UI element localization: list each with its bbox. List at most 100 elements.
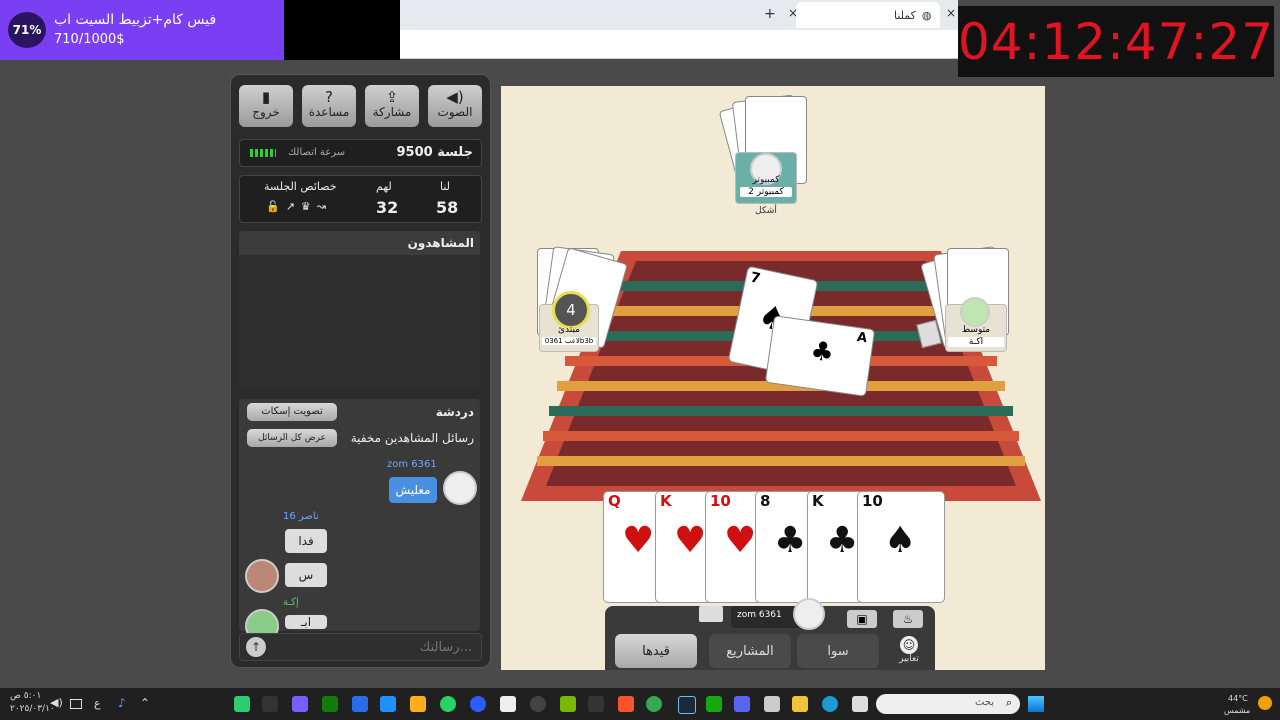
turn-counter: 4 [552,291,590,329]
new-tab-button[interactable]: + [764,6,776,22]
show-all-messages-button[interactable]: عرض كل الرسائل [247,429,337,447]
door-icon: ▮ [261,88,271,106]
share-button[interactable]: ⇪ مشاركة [365,85,419,127]
session-props-label: خصائص الجلسة [264,180,337,193]
taskbar: 44°C مشمس ⌕ بحث ⌃ ♪ ع ◀) ٥:٠١ ص ٢٠٢٥/٠٣/… [0,688,1280,720]
card-suit: ♣ [826,520,859,561]
session-label: جلسة 9500 [396,145,473,160]
search-box[interactable]: ⌕ بحث [876,694,1020,714]
goal-value: 710/1000$ [54,32,125,47]
epic-icon[interactable] [262,696,278,712]
chat-bubble: س [285,563,327,587]
us-score: 58 [436,198,459,217]
sound-button[interactable]: ◀) الصوت [428,85,482,127]
whatsapp-icon[interactable] [440,696,456,712]
brave-icon[interactable] [618,696,634,712]
together-button[interactable]: سوا [797,634,879,668]
chat-bubble: معليش [389,477,437,503]
card-suit: ♠ [884,520,917,561]
share-icon: ⇪ [385,88,399,106]
projects-button[interactable]: المشاريع [709,634,791,668]
viewers-title: المشاهدون [407,236,474,250]
avatar [443,471,477,505]
edge-icon[interactable] [822,696,838,712]
steam-icon[interactable] [678,696,696,714]
goal-title: فيس كام+تزبيط السيت اب [54,12,217,28]
goal-overlay: 71% فيس كام+تزبيط السيت اب 710/1000$ [0,0,400,60]
app-icon[interactable] [352,696,368,712]
mute-vote-button[interactable]: تصويت إسكات [247,403,337,421]
card-rank: K [812,492,824,510]
card-suit: ♣ [808,335,836,369]
right-player-name: متوسط [961,325,991,335]
card-rank: A [855,330,868,347]
gift-icon[interactable]: ▣ [847,610,877,628]
left-player-tag: لاعب 0361b3b [542,337,596,345]
start-button[interactable] [1028,696,1044,712]
sun-icon [1258,696,1272,710]
weather-temp: 44°C [1228,694,1248,703]
chat-input[interactable] [274,637,474,657]
stream-timer: 04:12:47:27 [958,6,1274,77]
us-label: لنا [440,180,451,193]
card-suit: ♥ [674,520,707,561]
exit-button[interactable]: ▮ خروج [239,85,293,127]
app-icon[interactable] [292,696,308,712]
chat-section: دردشة تصويت إسكات رسائل المشاهدين مخفية … [239,399,480,643]
card-suit: ♥ [724,520,757,561]
discord-icon[interactable] [734,696,750,712]
file-explorer-icon[interactable] [792,696,808,712]
top-player-name: كمبيوتر [752,175,780,185]
capcut-icon[interactable] [500,696,516,712]
tab-close-icon[interactable]: × [946,6,956,20]
app-icon[interactable] [530,696,546,712]
task-view-icon[interactable] [852,696,868,712]
left-player-box: 4 مبتدئ لاعب 0361b3b [539,291,599,352]
app-icon[interactable] [380,696,396,712]
app-icon[interactable] [234,696,250,712]
sound-label: الصوت [437,105,473,119]
chat-bubble: ابـ [285,615,327,629]
smiley-icon: ☺ [900,636,918,654]
emotes-label: تعابير [899,654,919,664]
browser-tab[interactable]: كملنا ◍ [796,2,940,28]
played-card: A ♣ [764,315,876,397]
browser-tabbar: + × كملنا ◍ × [400,0,958,30]
chat-input-row: ↑ [239,633,482,661]
epic-icon[interactable] [588,696,604,712]
rockstar-icon[interactable] [410,696,426,712]
clock-date[interactable]: ٢٠٢٥/٠٣/١٠ [10,704,55,714]
card-rank: K [660,492,672,510]
chat-username: ناصر 16 [283,511,319,522]
hand-card[interactable]: 10 ♠ [857,491,945,603]
app-icon[interactable] [706,696,722,712]
avatar [793,598,825,630]
clock-time[interactable]: ٥:٠١ ص [10,691,41,701]
viewers-list [239,255,480,389]
viewers-hidden-text: رسائل المشاهدين مخفية [350,431,474,445]
weather-widget[interactable]: 44°C مشمس [1220,692,1280,716]
xbox-icon[interactable] [322,696,338,712]
nvidia-icon[interactable] [560,696,576,712]
chrome-icon[interactable] [646,696,662,712]
share-label: مشاركة [372,105,412,119]
address-bar[interactable] [400,30,958,59]
battery-icon[interactable] [70,699,82,709]
chevron-up-icon[interactable]: ⌃ [140,696,150,710]
card-rank: 10 [710,492,731,510]
question-icon: ? [325,88,333,106]
fire-icon[interactable]: ♨ [893,610,923,628]
top-player-box: كمبيوتر كمبيوتر 2 [735,152,797,204]
record-button[interactable]: قيدها [615,634,697,668]
help-button[interactable]: ? مساعدة [302,85,356,127]
emotes-button[interactable]: ☺ تعابير [889,636,929,668]
ea-icon[interactable] [470,696,486,712]
language-indicator[interactable]: ع [94,697,101,710]
chat-username: إكـة [283,597,299,608]
send-button[interactable]: ↑ [246,637,266,657]
store-icon[interactable] [764,696,780,712]
microphone-icon[interactable]: ♪ [118,696,126,710]
self-player-name: zom 6361 [737,610,782,620]
them-score: 32 [376,198,399,217]
card-rank: 10 [862,492,883,510]
